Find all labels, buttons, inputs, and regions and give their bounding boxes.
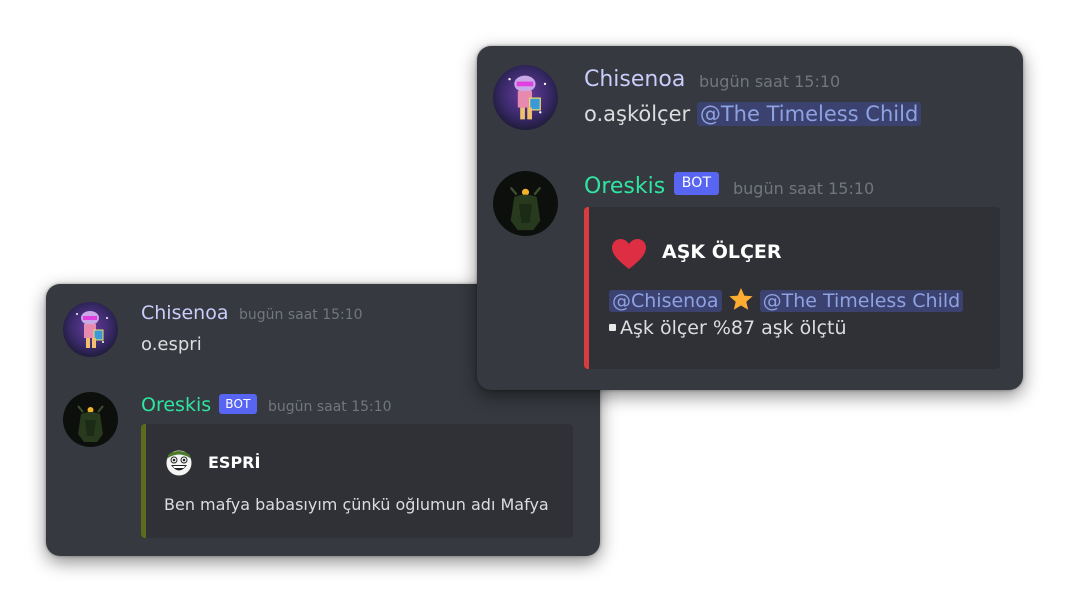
embed-title: ESPRİ: [208, 453, 261, 472]
chisenoa-avatar-icon: [493, 65, 558, 130]
chat-window-askolcer: Chisenoa bugün saat 15:10 o.aşkölçer @Th…: [477, 46, 1023, 390]
message-timestamp: bugün saat 15:10: [239, 307, 363, 323]
user-mention[interactable]: @The Timeless Child: [696, 102, 922, 126]
bot-avatar[interactable]: [493, 171, 558, 236]
mention-b[interactable]: @The Timeless Child: [759, 290, 964, 312]
laughing-face-icon: [165, 449, 193, 477]
bot-name[interactable]: Oreskis: [584, 174, 665, 199]
embed-title: AŞK ÖLÇER: [662, 241, 782, 263]
message-timestamp: bugün saat 15:10: [699, 72, 841, 91]
user-avatar[interactable]: [63, 302, 118, 357]
embed-description: Ben mafya babasıyım çünkü oğlumun adı Ma…: [164, 495, 549, 514]
embed-accent-bar: [584, 207, 589, 369]
embed-mentions-line: @Chisenoa @The Timeless Child: [609, 287, 964, 312]
message-timestamp: bugün saat 15:10: [268, 399, 392, 415]
result-text: Aşk ölçer %87 aşk ölçtü: [620, 317, 847, 339]
white-square-icon: [609, 324, 616, 331]
bot-tag: BOT: [219, 394, 257, 414]
user-name[interactable]: Chisenoa: [141, 302, 229, 324]
chisenoa-avatar-icon: [63, 302, 118, 357]
oreskis-avatar-icon: [493, 171, 558, 236]
embed-ask-olcer: AŞK ÖLÇER @Chisenoa @The Timeless Child …: [584, 207, 1000, 369]
heart-icon: [611, 238, 647, 270]
star-icon: [728, 287, 754, 311]
embed-result-line: Aşk ölçer %87 aşk ölçtü: [609, 317, 847, 339]
command-text: o.aşkölçer: [584, 102, 691, 126]
embed-accent-bar: [141, 424, 146, 538]
oreskis-avatar-icon: [63, 392, 118, 447]
message-text: o.aşkölçer @The Timeless Child: [584, 102, 922, 126]
user-avatar[interactable]: [493, 65, 558, 130]
bot-tag: BOT: [674, 172, 719, 195]
bot-avatar[interactable]: [63, 392, 118, 447]
bot-name[interactable]: Oreskis: [141, 394, 211, 416]
user-name[interactable]: Chisenoa: [584, 67, 685, 92]
message-text: o.espri: [141, 334, 202, 355]
mention-a[interactable]: @Chisenoa: [609, 290, 722, 312]
embed-espri: ESPRİ Ben mafya babasıyım çünkü oğlumun …: [141, 424, 573, 538]
message-timestamp: bugün saat 15:10: [733, 179, 875, 198]
